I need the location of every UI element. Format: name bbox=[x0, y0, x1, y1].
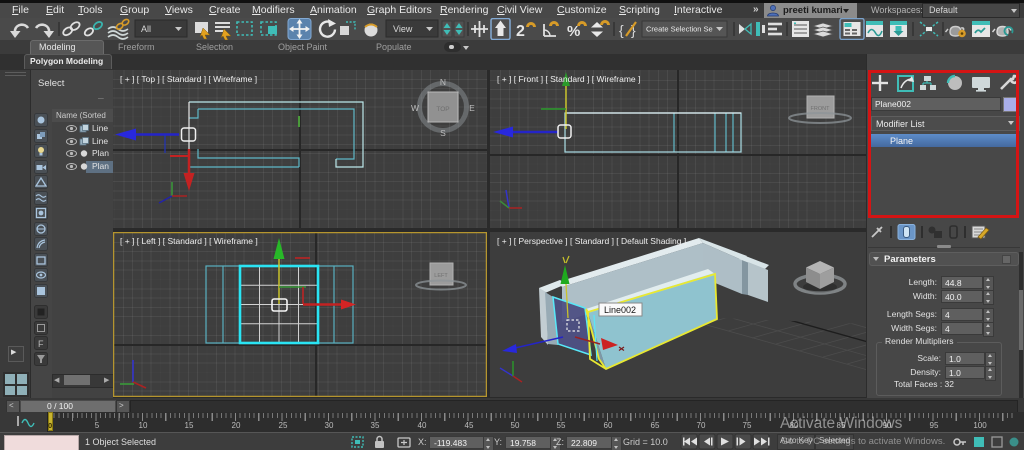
svg-text:{: { bbox=[619, 22, 624, 38]
svg-text:2: 2 bbox=[516, 23, 525, 40]
svg-text:All: All bbox=[141, 24, 151, 34]
svg-text:W: W bbox=[411, 103, 419, 113]
svg-text:Create Selection Se: Create Selection Se bbox=[646, 25, 713, 34]
svg-text:Line002: Line002 bbox=[604, 305, 636, 315]
svg-text:LEFT: LEFT bbox=[434, 273, 448, 279]
svg-text:TOP: TOP bbox=[436, 106, 449, 113]
svg-text:View: View bbox=[393, 24, 413, 34]
svg-text:F: F bbox=[38, 339, 44, 349]
svg-text:S: S bbox=[440, 128, 446, 138]
svg-text:FRONT: FRONT bbox=[811, 106, 831, 112]
svg-text:E: E bbox=[469, 103, 475, 113]
svg-text:N: N bbox=[440, 77, 446, 87]
